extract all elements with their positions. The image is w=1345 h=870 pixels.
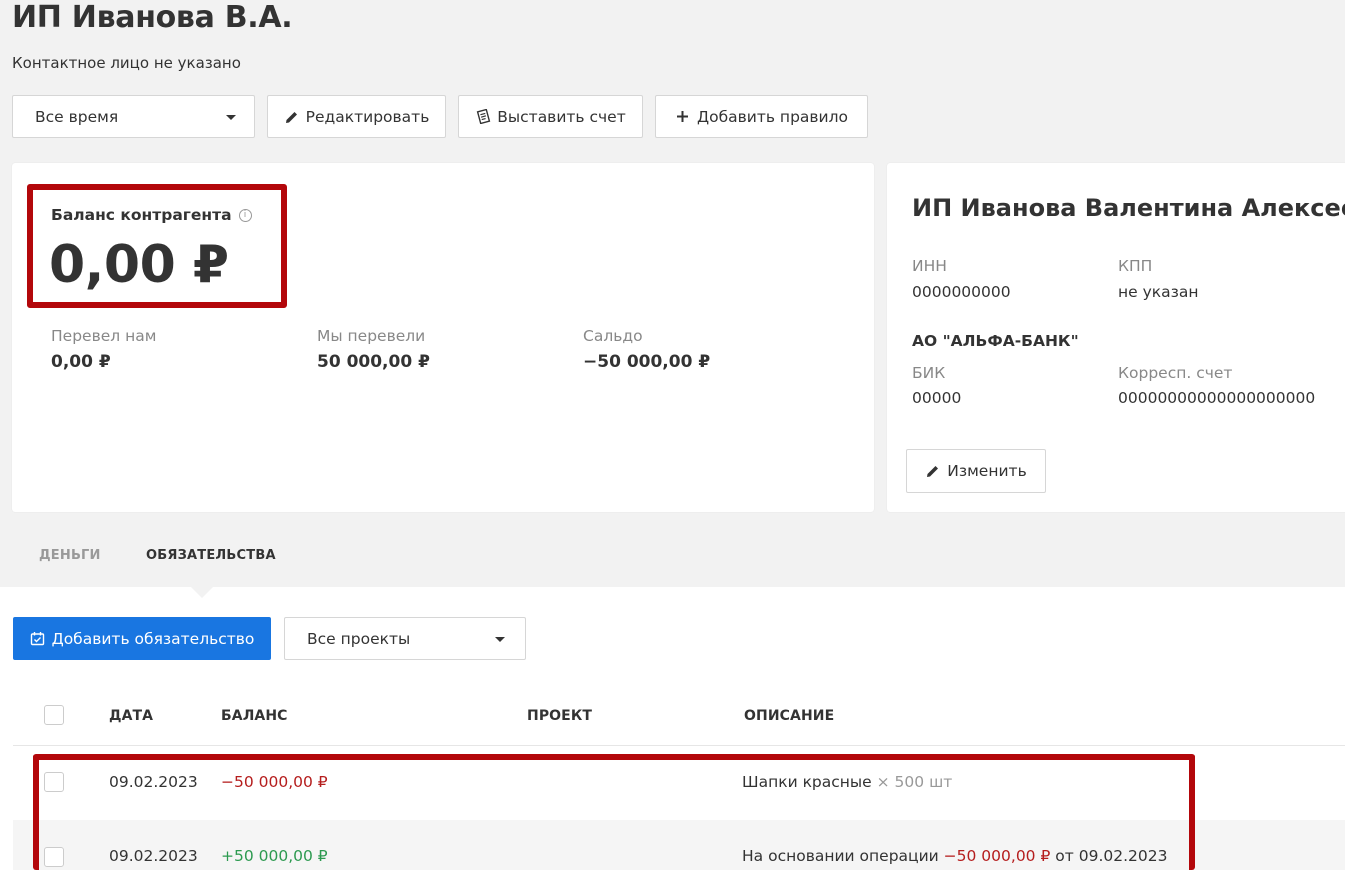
highlight-box-balance (27, 184, 287, 308)
active-tab-pointer (191, 587, 213, 598)
stat-saldo-value: −50 000,00 ₽ (583, 352, 711, 372)
invoice-button-label: Выставить счет (497, 107, 626, 126)
pencil-icon (925, 463, 941, 479)
add-obligation-button[interactable]: Добавить обязательство (13, 617, 271, 660)
projects-select[interactable]: Все проекты (284, 617, 526, 660)
highlight-box-rows (33, 754, 1195, 870)
table-header-divider (13, 745, 1345, 746)
contact-person-text: Контактное лицо не указано (12, 54, 241, 72)
bik-label: БИК (912, 364, 946, 382)
change-details-button[interactable]: Изменить (906, 449, 1046, 493)
bank-name: АО "АЛЬФА-БАНК" (912, 332, 1079, 350)
counterparty-full-name: ИП Иванова Валентина Алексеевна (912, 194, 1345, 222)
bik-value: 00000 (912, 389, 962, 407)
chevron-down-icon (495, 637, 505, 642)
corr-account-value: 00000000000000000000 (1118, 389, 1316, 407)
kpp-value: не указан (1118, 283, 1199, 301)
calendar-check-icon (30, 631, 46, 647)
page-title: ИП Иванова В.А. (12, 0, 293, 35)
add-rule-button-label: Добавить правило (696, 107, 849, 126)
stat-sent-value: 50 000,00 ₽ (317, 352, 430, 372)
select-all-checkbox[interactable] (44, 705, 64, 725)
kpp-label: КПП (1118, 257, 1153, 275)
stat-received-value: 0,00 ₽ (51, 352, 111, 372)
column-header-project[interactable]: ПРОЕКТ (527, 708, 592, 724)
projects-select-value: Все проекты (307, 629, 411, 648)
invoice-icon (475, 109, 491, 125)
plus-icon (675, 109, 691, 125)
add-rule-button[interactable]: Добавить правило (655, 95, 868, 138)
inn-label: ИНН (912, 257, 947, 275)
invoice-button[interactable]: Выставить счет (458, 95, 643, 138)
period-select[interactable]: Все время (12, 95, 255, 138)
edit-button-label: Редактировать (305, 107, 430, 126)
change-details-label: Изменить (947, 462, 1027, 480)
pencil-icon (284, 109, 300, 125)
stat-sent-label: Мы перевели (317, 327, 426, 345)
chevron-down-icon (226, 115, 236, 120)
column-header-balance[interactable]: БАЛАНС (221, 708, 288, 724)
add-obligation-label: Добавить обязательство (51, 629, 255, 648)
corr-account-label: Корресп. счет (1118, 364, 1233, 382)
edit-button[interactable]: Редактировать (267, 95, 446, 138)
tab-obligations[interactable]: ОБЯЗАТЕЛЬСТВА (146, 548, 276, 563)
period-select-value: Все время (35, 107, 119, 126)
stat-received-label: Перевел нам (51, 327, 157, 345)
tab-money[interactable]: ДЕНЬГИ (39, 548, 101, 563)
stat-saldo-label: Сальдо (583, 327, 643, 345)
column-header-description[interactable]: ОПИСАНИЕ (744, 708, 834, 724)
inn-value: 0000000000 (912, 283, 1011, 301)
column-header-date[interactable]: ДАТА (109, 708, 153, 724)
